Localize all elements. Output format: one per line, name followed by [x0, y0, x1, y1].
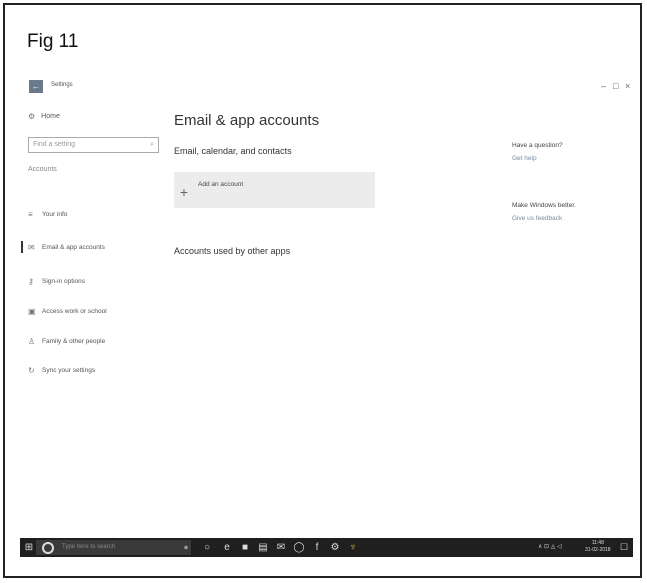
nav-home[interactable]: ⚙ Home — [28, 112, 60, 121]
sidebar-item-label: Email & app accounts — [42, 244, 105, 251]
nav-home-label: Home — [41, 113, 60, 120]
sidebar-item-label: Your info — [42, 211, 68, 218]
maximize-button[interactable]: □ — [613, 80, 618, 93]
close-button[interactable]: × — [625, 80, 630, 93]
back-button[interactable]: ← — [29, 80, 43, 93]
section-heading-other-apps: Accounts used by other apps — [174, 246, 291, 256]
taskbar: ⊞ Type here to search ⏺ ○ e ■ ▤ ✉ ◯ f ⚙ … — [20, 538, 633, 557]
search-icon: ⌕ — [150, 141, 154, 148]
system-clock[interactable]: 11:48 31-02-2018 — [585, 540, 611, 554]
settings-taskbar-icon[interactable]: ⚙ — [328, 538, 342, 557]
feedback-heading: Make Windows better. — [512, 202, 576, 209]
pin-icon[interactable]: ♆ — [346, 538, 360, 557]
mail-icon: ✉ — [28, 243, 35, 252]
taskbar-search-input[interactable]: Type here to search — [36, 540, 191, 555]
store-icon[interactable]: ▤ — [256, 538, 270, 557]
clock-time: 11:48 — [591, 540, 604, 546]
task-view-icon[interactable]: ○ — [200, 538, 214, 557]
sidebar-item-your-info[interactable]: ≡ Your info — [28, 210, 67, 219]
section-heading-email: Email, calendar, and contacts — [174, 146, 292, 156]
sidebar-item-label: Sign-in options — [42, 278, 85, 285]
plus-icon: + — [179, 184, 189, 200]
person-icon: ♙ — [28, 337, 36, 346]
sidebar-item-label: Family & other people — [42, 338, 106, 345]
sidebar-item-family[interactable]: ♙ Family & other people — [28, 337, 105, 346]
tray-icons[interactable]: ∧ ⊡ ◬ ◁ — [538, 538, 562, 557]
sidebar-item-email-app-accounts[interactable]: ✉ Email & app accounts — [28, 243, 105, 252]
help-question: Have a question? — [512, 142, 563, 149]
clock-date: 31-02-2018 — [585, 547, 611, 553]
window-titlebar: ← Settings – □ × — [24, 80, 636, 94]
sidebar-item-label: Sync your settings — [42, 367, 96, 374]
give-feedback-link[interactable]: Give us feedback — [512, 215, 562, 222]
mail-app-icon[interactable]: ✉ — [274, 538, 288, 557]
nav-section-accounts: Accounts — [28, 166, 57, 173]
search-placeholder: Find a setting — [33, 141, 76, 148]
briefcase-icon: ▣ — [28, 307, 36, 316]
app-title: Settings — [51, 82, 73, 88]
add-account-label: Add an account — [198, 181, 244, 188]
search-input[interactable]: Find a setting ⌕ — [28, 137, 159, 153]
cortana-app-icon[interactable]: ◯ — [292, 538, 306, 557]
minimize-button[interactable]: – — [601, 80, 606, 93]
sidebar-item-label: Access work or school — [42, 308, 107, 315]
windows-logo-icon: ⊞ — [24, 542, 34, 553]
microphone-icon[interactable]: ⏺ — [180, 538, 192, 557]
arrow-left-icon: ← — [32, 82, 40, 91]
start-button[interactable]: ⊞ — [23, 538, 35, 557]
key-icon: ⚷ — [28, 277, 34, 286]
sidebar-item-sync[interactable]: ↻ Sync your settings — [28, 366, 95, 375]
person-card-icon: ≡ — [28, 210, 33, 219]
sync-icon: ↻ — [28, 366, 35, 375]
gear-icon: ⚙ — [28, 112, 36, 121]
page-title: Email & app accounts — [174, 112, 320, 129]
cortana-icon — [42, 542, 54, 554]
selected-indicator — [21, 241, 23, 253]
figure-label: Fig 11 — [27, 31, 79, 52]
file-explorer-icon[interactable]: ■ — [238, 538, 252, 557]
sidebar-item-sign-in-options[interactable]: ⚷ Sign-in options — [28, 277, 85, 286]
edge-icon[interactable]: e — [220, 538, 234, 557]
add-account-button[interactable]: + Add an account — [174, 172, 375, 208]
taskbar-search-placeholder: Type here to search — [62, 544, 116, 550]
facebook-icon[interactable]: f — [310, 538, 324, 557]
sidebar-item-access-work[interactable]: ▣ Access work or school — [28, 307, 107, 316]
notification-icon[interactable]: ☐ — [618, 538, 630, 557]
get-help-link[interactable]: Get help — [512, 155, 537, 162]
